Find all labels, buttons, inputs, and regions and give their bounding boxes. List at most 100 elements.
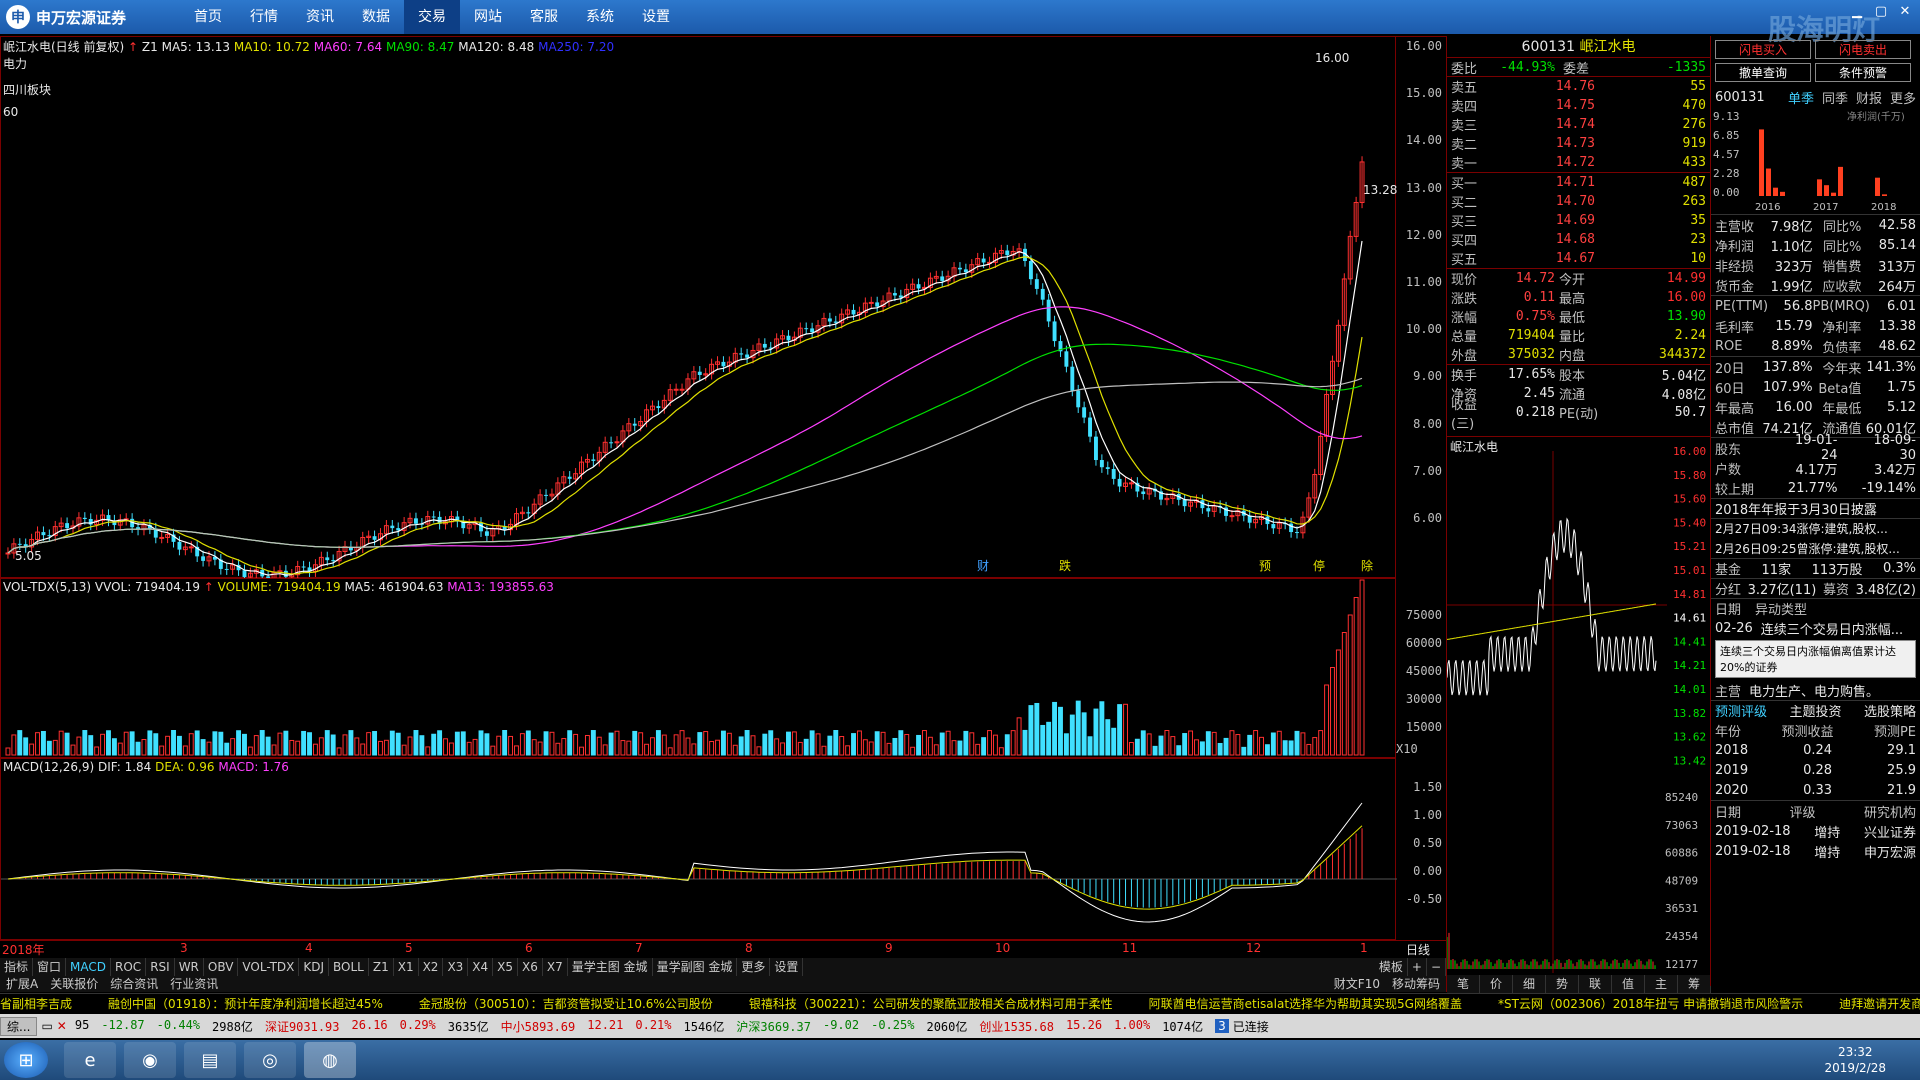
indicator-tab-6[interactable]: OBV [204,958,239,976]
macd-panel[interactable]: MACD(12,26,9) DIF: 1.84 DEA: 0.96 MACD: … [0,758,1397,940]
intraday-tab-3[interactable]: 势 [1546,975,1579,993]
indicator-tab-8[interactable]: KDJ [299,958,330,976]
f10-row-label: 非经损 [1715,259,1755,275]
start-button-icon[interactable]: ⊞ [4,1042,48,1078]
indicator-tab-4[interactable]: RSI [146,958,175,976]
indicator-tab-15[interactable]: X5 [493,958,519,976]
indicator-tab-16[interactable]: X6 [518,958,543,976]
prediction-tab-0[interactable]: 预测评级 [1715,701,1767,720]
extension-tab-1[interactable]: 关联报价 [44,976,104,992]
extension-tab-2[interactable]: 综合资讯 [104,976,164,992]
indicator-tab-12[interactable]: X2 [419,958,444,976]
trade-button-2[interactable]: 撤单查询 [1715,63,1811,82]
volume-bar [1170,736,1176,756]
indicator-tab-14[interactable]: X4 [468,958,494,976]
close-icon[interactable]: ✕ [1896,4,1914,19]
fund-ratio: 0.3% [1882,561,1916,576]
profit-yaxis-label: 0.00 [1713,186,1740,199]
menu-item-5[interactable]: 网站 [460,0,516,34]
intraday-tab-2[interactable]: 细 [1513,975,1546,993]
intraday-tab-6[interactable]: 主 [1645,975,1678,993]
indicator-tab-1[interactable]: 窗口 [33,958,67,976]
connection-icon: 3 [1215,1019,1229,1033]
indicator-tab-5[interactable]: WR [175,958,204,976]
f10-tab-2[interactable]: 财报 [1856,88,1882,107]
system-clock[interactable]: 23:32 2019/2/28 [1824,1044,1886,1076]
trading-app-icon[interactable]: ◍ [304,1042,356,1078]
status-left-button[interactable]: 综... [0,1016,38,1036]
volume-panel[interactable]: VOL-TDX(5,13) VVOL: 719404.19 ↑ VOLUME: … [0,578,1396,758]
indicator-tab-11[interactable]: X1 [394,958,419,976]
folder-icon[interactable]: ▤ [184,1042,236,1078]
intraday-tab-7[interactable]: 筹 [1678,975,1711,993]
indicator-tab-20[interactable]: 更多 [737,958,771,976]
menu-item-4[interactable]: 交易 [404,0,460,34]
indicator-tab-17[interactable]: X7 [543,958,568,976]
indicator-tab-0[interactable]: 指标 [0,958,34,976]
f10-tab-0[interactable]: 单季 [1788,88,1814,107]
intraday-tab-1[interactable]: 价 [1480,975,1513,993]
ticker-item[interactable]: 阿联酋电信运营商etisalat选择华为帮助其实现5G网络覆盖 [1149,997,1462,1011]
ticker-item[interactable]: 金冠股份（300510）：吉都资管拟受让10.6%公司股份 [419,997,713,1011]
intraday-tab-5[interactable]: 值 [1612,975,1645,993]
ticker-item[interactable]: *ST云网（002306）2018年扭亏 申请撤销退市风险警示 [1498,997,1803,1011]
news-ticker[interactable]: 省副相李吉成 融创中国（01918）：预计年度净利润增长超过45% 金冠股份（300… [0,993,1920,1013]
indicator-tab-3[interactable]: ROC [111,958,147,976]
kline-panel[interactable]: 岷江水电(日线 前复权) ↑ Z1 MA5: 13.13 MA10: 10.72… [0,36,1397,579]
extension-right-1[interactable]: 移动筹码 [1386,976,1446,992]
volume-bar [401,744,407,756]
prediction-tab-2[interactable]: 选股策略 [1864,701,1916,720]
intraday-tab-4[interactable]: 联 [1579,975,1612,993]
indicator-tab-7[interactable]: VOL-TDX [238,958,300,976]
report-notice[interactable]: 2018年年报于3月30日披露 [1711,498,1920,518]
x-axis: 2018年 3 4 5 6 7 8 9 10 11 12 1 日线 [0,940,1446,957]
menu-item-3[interactable]: 数据 [348,0,404,34]
menu-item-2[interactable]: 资讯 [292,0,348,34]
menu-item-1[interactable]: 行情 [236,0,292,34]
indicator-tab-2[interactable]: MACD [66,958,112,976]
ie-browser-icon[interactable]: e [64,1042,116,1078]
qq-browser-icon[interactable]: ◎ [244,1042,296,1078]
abnormal-row[interactable]: 02-26 连续三个交易日内涨幅... [1711,618,1920,638]
menu-item-8[interactable]: 设置 [628,0,684,34]
indicator-tab-10[interactable]: Z1 [369,958,394,976]
extension-tab-3[interactable]: 行业资讯 [164,976,224,992]
ticker-item[interactable]: 省副相李吉成 [0,997,72,1011]
chrome-icon[interactable]: ◉ [124,1042,176,1078]
trade-button-1[interactable]: 闪电卖出 [1815,40,1911,59]
indicator-tab-13[interactable]: X3 [443,958,469,976]
tabs-right-0[interactable]: 模板 [1375,958,1408,976]
tabs-right-1[interactable]: + [1408,958,1427,976]
menu-item-7[interactable]: 系统 [572,0,628,34]
macd-chart [1,802,1397,923]
news-item-2[interactable]: 2月26日09:25曾涨停:建筑,股权... [1711,538,1920,558]
f10-tab-1[interactable]: 同季 [1822,88,1848,107]
prediction-tab-1[interactable]: 主题投资 [1789,701,1841,720]
volume-bar [1294,730,1300,756]
profit-year-label: 2018 [1871,202,1896,213]
extension-right-0[interactable]: 财文F10 [1328,976,1386,992]
maximize-icon[interactable]: ▢ [1872,4,1890,19]
ticker-item[interactable]: 融创中国（01918）：预计年度净利润增长超过45% [108,997,383,1011]
volume-bar [963,730,969,756]
news-item-1[interactable]: 2月27日09:34涨停:建筑,股权... [1711,518,1920,538]
ticker-item[interactable]: 迪拜邀请开发商 [1839,997,1920,1011]
close-small-icon[interactable]: ✕ [57,1019,67,1033]
trade-button-0[interactable]: 闪电买入 [1715,40,1811,59]
indicator-tab-18[interactable]: 量学主图 金城 [568,958,653,976]
indicator-tab-9[interactable]: BOLL [329,958,369,976]
tabs-right-2[interactable]: − [1427,958,1446,976]
indicator-tab-19[interactable]: 量学副图 金城 [653,958,738,976]
extension-tab-0[interactable]: 扩展A [0,976,44,992]
ticker-item[interactable]: 银禧科技（300221）：公司研发的聚酰亚胺相关合成材料可用于柔性 [749,997,1113,1011]
intraday-panel[interactable]: 岷江水电 16.00 15.80 15.60 15.40 15.21 15.01 14.81… [1446,436,1711,993]
menu-item-0[interactable]: 首页 [180,0,236,34]
intraday-tab-0[interactable]: 笔 [1447,975,1480,993]
volume-bar [833,730,839,756]
indicator-tab-21[interactable]: 设置 [770,958,804,976]
restore-icon[interactable]: ▭ [41,1019,52,1033]
minimize-icon[interactable]: ▁ [1848,4,1866,19]
f10-tab-3[interactable]: 更多 [1890,88,1916,107]
trade-button-3[interactable]: 条件预警 [1815,63,1911,82]
menu-item-6[interactable]: 客服 [516,0,572,34]
